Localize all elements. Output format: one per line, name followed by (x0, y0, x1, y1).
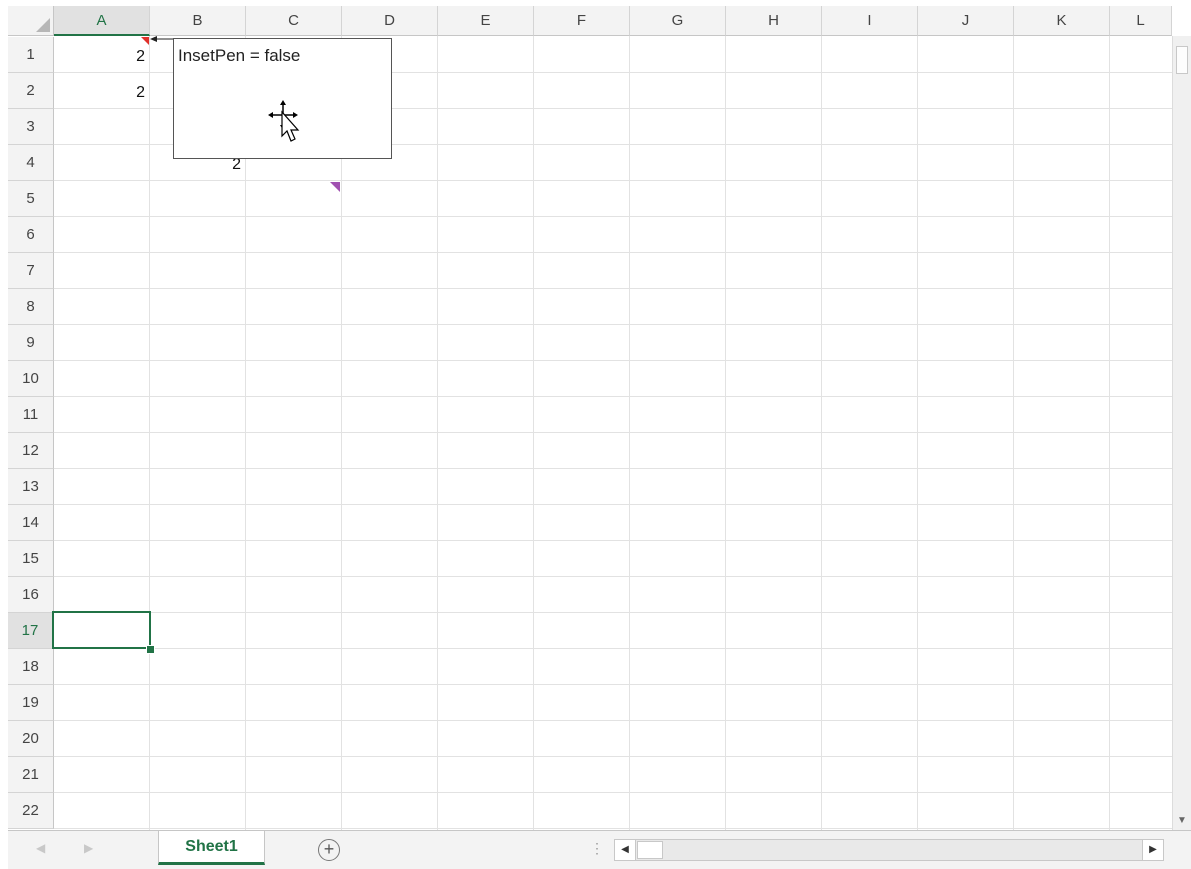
row-header-13[interactable]: 13 (8, 469, 54, 505)
scroll-right-icon[interactable]: ▶ (1142, 840, 1163, 860)
row-header-9[interactable]: 9 (8, 325, 54, 361)
gridline-horizontal (54, 648, 1172, 649)
sheet-tab-sheet1[interactable]: Sheet1 (158, 831, 265, 865)
gridline-vertical (917, 36, 918, 830)
comment-indicator-a1 (141, 37, 149, 45)
gridline-horizontal (54, 792, 1172, 793)
column-header-L[interactable]: L (1110, 6, 1172, 36)
gridline-vertical (1109, 36, 1110, 830)
row-header-2[interactable]: 2 (8, 73, 54, 109)
column-header-J[interactable]: J (918, 6, 1014, 36)
column-header-E[interactable]: E (438, 6, 534, 36)
row-header-8[interactable]: 8 (8, 289, 54, 325)
comment-indicator-c4 (330, 182, 340, 192)
gridline-horizontal (54, 468, 1172, 469)
gridline-horizontal (54, 540, 1172, 541)
column-header-F[interactable]: F (534, 6, 630, 36)
gridline-horizontal (54, 216, 1172, 217)
row-header-3[interactable]: 3 (8, 109, 54, 145)
row-header-6[interactable]: 6 (8, 217, 54, 253)
row-header-11[interactable]: 11 (8, 397, 54, 433)
column-header-A[interactable]: A (54, 6, 150, 36)
column-header-I[interactable]: I (822, 6, 918, 36)
gridline-horizontal (54, 756, 1172, 757)
cell-A1[interactable]: 2 (54, 37, 150, 73)
prev-sheet-icon[interactable]: ◀ (36, 841, 45, 855)
column-header-H[interactable]: H (726, 6, 822, 36)
horizontal-scrollbar[interactable]: ◀ ▶ (614, 839, 1164, 861)
gridline-horizontal (54, 360, 1172, 361)
comment-text[interactable]: InsetPen = false (178, 46, 300, 66)
column-header-K[interactable]: K (1014, 6, 1110, 36)
gridline-horizontal (54, 828, 1172, 829)
gridline-vertical (725, 36, 726, 830)
select-all-corner[interactable] (8, 6, 54, 36)
gridline-horizontal (54, 324, 1172, 325)
row-header-22[interactable]: 22 (8, 793, 54, 829)
scroll-down-icon[interactable]: ▼ (1173, 814, 1191, 828)
row-header-5[interactable]: 5 (8, 181, 54, 217)
gridline-horizontal (54, 252, 1172, 253)
horizontal-scroll-thumb[interactable] (637, 841, 663, 859)
row-header-15[interactable]: 15 (8, 541, 54, 577)
cell-A2[interactable]: 2 (54, 73, 150, 109)
column-header-B[interactable]: B (150, 6, 246, 36)
gridline-vertical (437, 36, 438, 830)
row-header-19[interactable]: 19 (8, 685, 54, 721)
row-header-7[interactable]: 7 (8, 253, 54, 289)
column-header-D[interactable]: D (342, 6, 438, 36)
add-sheet-icon[interactable]: + (318, 839, 340, 861)
gridline-horizontal (54, 684, 1172, 685)
gridline-horizontal (54, 432, 1172, 433)
row-header-16[interactable]: 16 (8, 577, 54, 613)
fill-handle[interactable] (146, 645, 155, 654)
row-header-17[interactable]: 17 (8, 613, 54, 649)
row-header-10[interactable]: 10 (8, 361, 54, 397)
gridline-vertical (1013, 36, 1014, 830)
row-header-12[interactable]: 12 (8, 433, 54, 469)
gridline-horizontal (54, 576, 1172, 577)
column-header-C[interactable]: C (246, 6, 342, 36)
gridline-vertical (821, 36, 822, 830)
row-header-18[interactable]: 18 (8, 649, 54, 685)
gridline-horizontal (54, 720, 1172, 721)
sheet-tab-bar: ◀ ▶ Sheet1 + ⋮ ◀ ▶ (8, 830, 1191, 869)
gridline-horizontal (54, 504, 1172, 505)
gridline-vertical (533, 36, 534, 830)
gridline-horizontal (54, 288, 1172, 289)
row-header-20[interactable]: 20 (8, 721, 54, 757)
row-header-21[interactable]: 21 (8, 757, 54, 793)
move-cursor-icon (268, 100, 300, 142)
gridline-horizontal (54, 396, 1172, 397)
vertical-scroll-thumb[interactable] (1176, 46, 1188, 74)
column-header-G[interactable]: G (630, 6, 726, 36)
row-header-1[interactable]: 1 (8, 37, 54, 73)
next-sheet-icon[interactable]: ▶ (84, 841, 93, 855)
scroll-left-icon[interactable]: ◀ (615, 840, 636, 860)
vertical-scrollbar[interactable]: ▼ (1172, 36, 1191, 830)
tab-split-handle[interactable]: ⋮ (590, 840, 604, 857)
spreadsheet: ABCDEFGHIJKL 1 2 3 4 5 6 7 8 9 10 11 12 13 14 15 16 17 18… (0, 0, 1191, 869)
gridline-vertical (629, 36, 630, 830)
comment-connector-arrow (150, 36, 174, 42)
row-header-4[interactable]: 4 (8, 145, 54, 181)
gridline-horizontal (54, 612, 1172, 613)
active-cell-A17[interactable] (52, 611, 151, 649)
row-header-14[interactable]: 14 (8, 505, 54, 541)
